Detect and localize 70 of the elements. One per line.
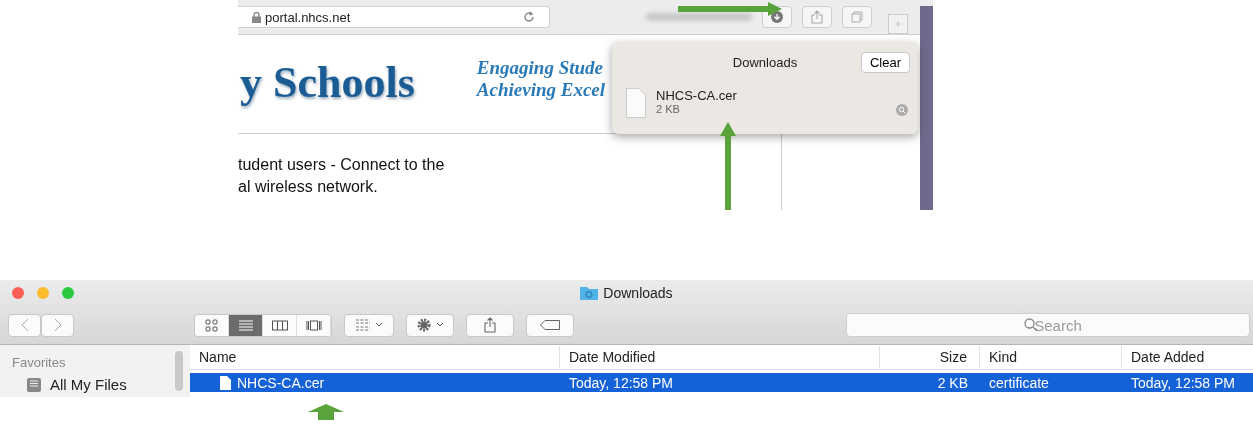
window-title: Downloads xyxy=(603,285,673,301)
magnifier-icon[interactable] xyxy=(896,104,908,116)
file-icon xyxy=(220,375,231,390)
lock-icon xyxy=(252,11,261,23)
search-field[interactable]: Search xyxy=(846,313,1250,337)
file-row[interactable]: NHCS-CA.cer Today, 12:58 PM 2 KB certificate Today, 12:58 PM xyxy=(190,373,1253,392)
caret-icon xyxy=(436,322,444,328)
share-icon xyxy=(484,317,496,333)
view-mode-button[interactable] xyxy=(229,314,263,336)
tagline-text: Achieving Excel xyxy=(476,79,606,101)
download-name[interactable]: NHCS-CA.cer xyxy=(656,88,737,103)
folder-icon xyxy=(580,286,599,300)
table-cell: Today, 12:58 PM xyxy=(569,374,674,391)
share-button[interactable] xyxy=(466,313,514,337)
scrollbar[interactable] xyxy=(175,351,183,391)
address-text: portal.nhcs.net xyxy=(265,9,352,25)
sidebar-heading: Favorites xyxy=(12,355,67,370)
columns-view-icon xyxy=(271,317,288,333)
tabs-button[interactable] xyxy=(842,6,872,28)
list-view-icon xyxy=(237,317,254,333)
clear-button[interactable]: Clear xyxy=(860,52,910,73)
grid-icon xyxy=(355,319,371,331)
coverflow-view-icon xyxy=(305,317,322,333)
download-icon xyxy=(771,11,783,23)
plus-icon xyxy=(895,18,901,30)
address-field[interactable]: portal.nhcs.net xyxy=(238,6,550,28)
zoom-button[interactable] xyxy=(62,287,74,299)
download-size: 2 KB xyxy=(656,103,681,115)
group-button[interactable] xyxy=(344,313,394,337)
close-button[interactable] xyxy=(12,287,24,299)
tray-icon xyxy=(26,376,42,393)
column-header[interactable]: Date Added xyxy=(1122,346,1253,368)
back-icon xyxy=(20,318,29,332)
gear-icon xyxy=(416,317,432,333)
view-mode-control[interactable] xyxy=(194,313,332,337)
table-cell: Today, 12:58 PM xyxy=(1131,374,1236,391)
school-logo-text: y Schools xyxy=(240,57,415,108)
icons-view-icon xyxy=(203,317,220,333)
reload-icon[interactable] xyxy=(523,11,535,23)
tagline-text: Engaging Stude xyxy=(476,57,604,79)
sidebar-item[interactable]: All My Files xyxy=(50,376,127,393)
forward-button[interactable] xyxy=(41,313,74,337)
table-cell: certificate xyxy=(989,374,1049,391)
action-button[interactable] xyxy=(406,313,454,337)
arrow-icon xyxy=(720,122,736,210)
body-text: al wireless network. xyxy=(238,177,379,197)
column-header[interactable]: Date Modified xyxy=(560,346,880,368)
table-cell: 2 KB xyxy=(937,374,968,391)
file-icon xyxy=(626,88,646,118)
new-tab-button[interactable] xyxy=(888,14,908,34)
minimize-button[interactable] xyxy=(37,287,49,299)
arrow-icon xyxy=(678,2,782,16)
share-icon xyxy=(811,10,823,24)
view-mode-button[interactable] xyxy=(263,314,297,336)
column-header[interactable]: Kind xyxy=(980,346,1122,368)
forward-icon xyxy=(53,318,62,332)
share-button[interactable] xyxy=(802,6,832,28)
arrow-icon xyxy=(306,402,346,422)
view-mode-button[interactable] xyxy=(297,314,331,336)
back-button[interactable] xyxy=(8,313,41,337)
tag-button[interactable] xyxy=(526,313,574,337)
tabs-icon xyxy=(851,11,863,23)
popover-title: Downloads xyxy=(731,55,799,70)
view-mode-button[interactable] xyxy=(195,314,229,336)
tag-icon xyxy=(540,320,560,330)
column-header[interactable]: Size xyxy=(880,346,980,368)
body-text: tudent users - Connect to the xyxy=(238,155,446,175)
table-cell: NHCS-CA.cer xyxy=(237,374,325,391)
caret-icon xyxy=(375,322,383,328)
column-header[interactable]: Name xyxy=(190,346,560,368)
